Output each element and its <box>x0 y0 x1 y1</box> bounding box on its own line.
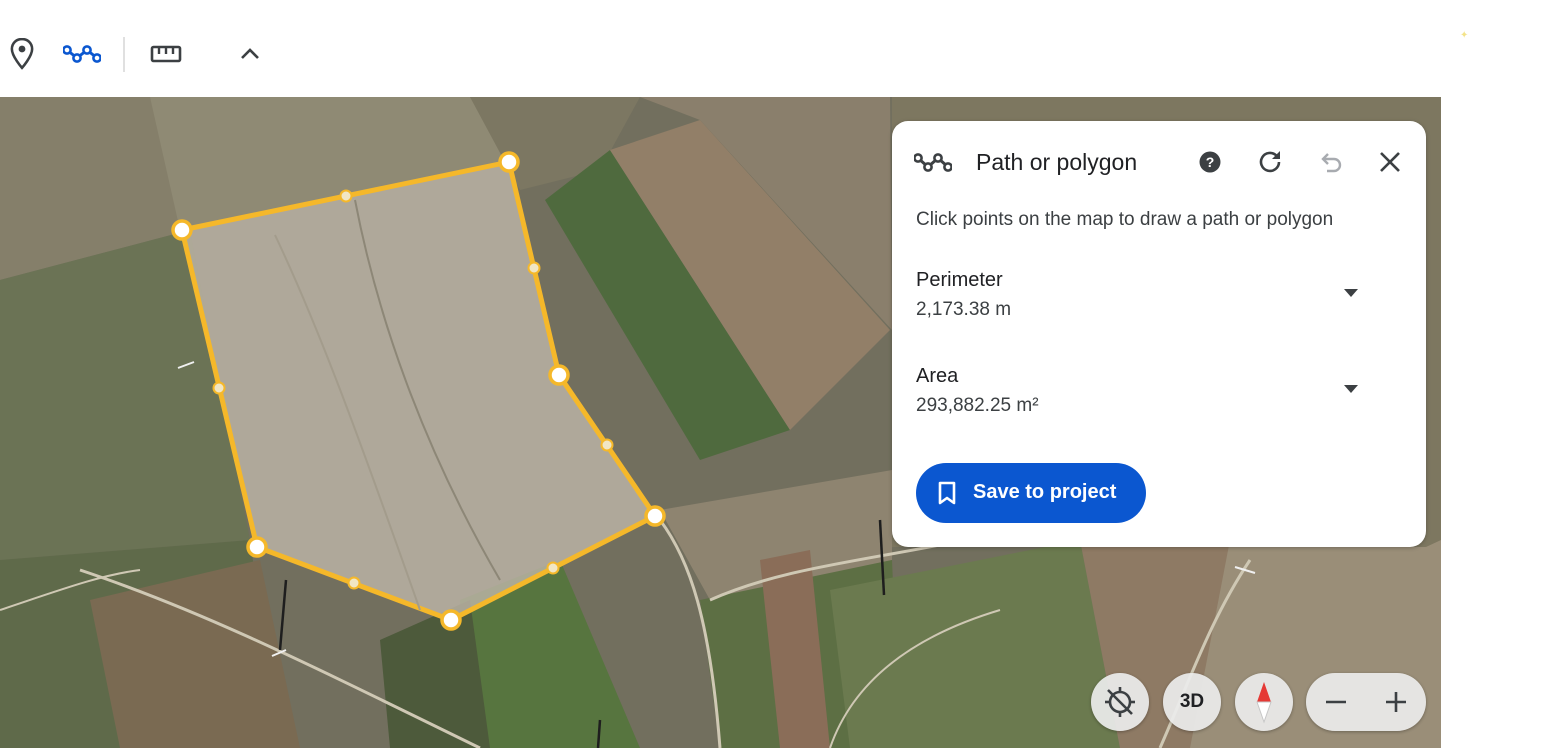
help-icon: ? <box>1199 151 1221 173</box>
place-marker-icon <box>10 38 34 70</box>
help-button[interactable]: ? <box>1193 145 1227 179</box>
compass-button[interactable] <box>1235 673 1293 731</box>
panel-title: Path or polygon <box>976 149 1138 175</box>
close-icon <box>1380 152 1400 172</box>
rotation-lock-button[interactable] <box>1091 673 1149 731</box>
measure-ruler-button[interactable] <box>146 34 186 74</box>
area-metric[interactable]: Area 293,882.25 m² <box>916 365 1386 429</box>
chevron-up-icon <box>241 48 259 59</box>
path-polygon-panel: Path or polygon ? Click points on the ma… <box>892 121 1426 547</box>
area-value: 293,882.25 m² <box>916 395 1039 416</box>
undo-button[interactable] <box>1313 145 1347 179</box>
area-label: Area <box>916 365 959 387</box>
view-3d-button[interactable]: 3D <box>1163 673 1221 731</box>
decorative-spark: ✦ <box>1460 30 1469 41</box>
zoom-out-button[interactable] <box>1306 673 1366 731</box>
zoom-controls <box>1306 673 1426 731</box>
perimeter-label: Perimeter <box>916 269 1003 291</box>
dropdown-caret-icon <box>1344 289 1358 297</box>
collapse-toolbar-button[interactable] <box>230 34 270 74</box>
path-polygon-icon <box>63 45 101 63</box>
bookmark-icon <box>938 481 956 505</box>
place-marker-button[interactable] <box>2 34 42 74</box>
path-polygon-tool-button[interactable] <box>62 34 102 74</box>
close-button[interactable] <box>1373 145 1407 179</box>
compass-icon <box>1256 682 1272 724</box>
rotation-lock-icon <box>1105 687 1135 717</box>
path-polygon-icon <box>914 153 952 172</box>
instruction-text: Click points on the map to draw a path o… <box>916 209 1334 230</box>
ruler-icon <box>150 45 182 63</box>
undo-icon <box>1321 153 1342 173</box>
toolbar-divider <box>123 37 125 72</box>
svg-text:?: ? <box>1206 154 1215 170</box>
refresh-icon <box>1259 151 1281 173</box>
zoom-out-icon <box>1326 700 1346 704</box>
measure-toolbar: ✦ <box>0 0 1553 97</box>
refresh-button[interactable] <box>1253 145 1287 179</box>
perimeter-metric[interactable]: Perimeter 2,173.38 m <box>916 269 1386 333</box>
zoom-in-icon <box>1386 692 1406 712</box>
save-button-label: Save to project <box>973 481 1117 503</box>
dropdown-caret-icon <box>1344 385 1358 393</box>
perimeter-value: 2,173.38 m <box>916 299 1012 320</box>
save-to-project-button[interactable]: Save to project <box>916 463 1146 523</box>
zoom-in-button[interactable] <box>1366 673 1426 731</box>
